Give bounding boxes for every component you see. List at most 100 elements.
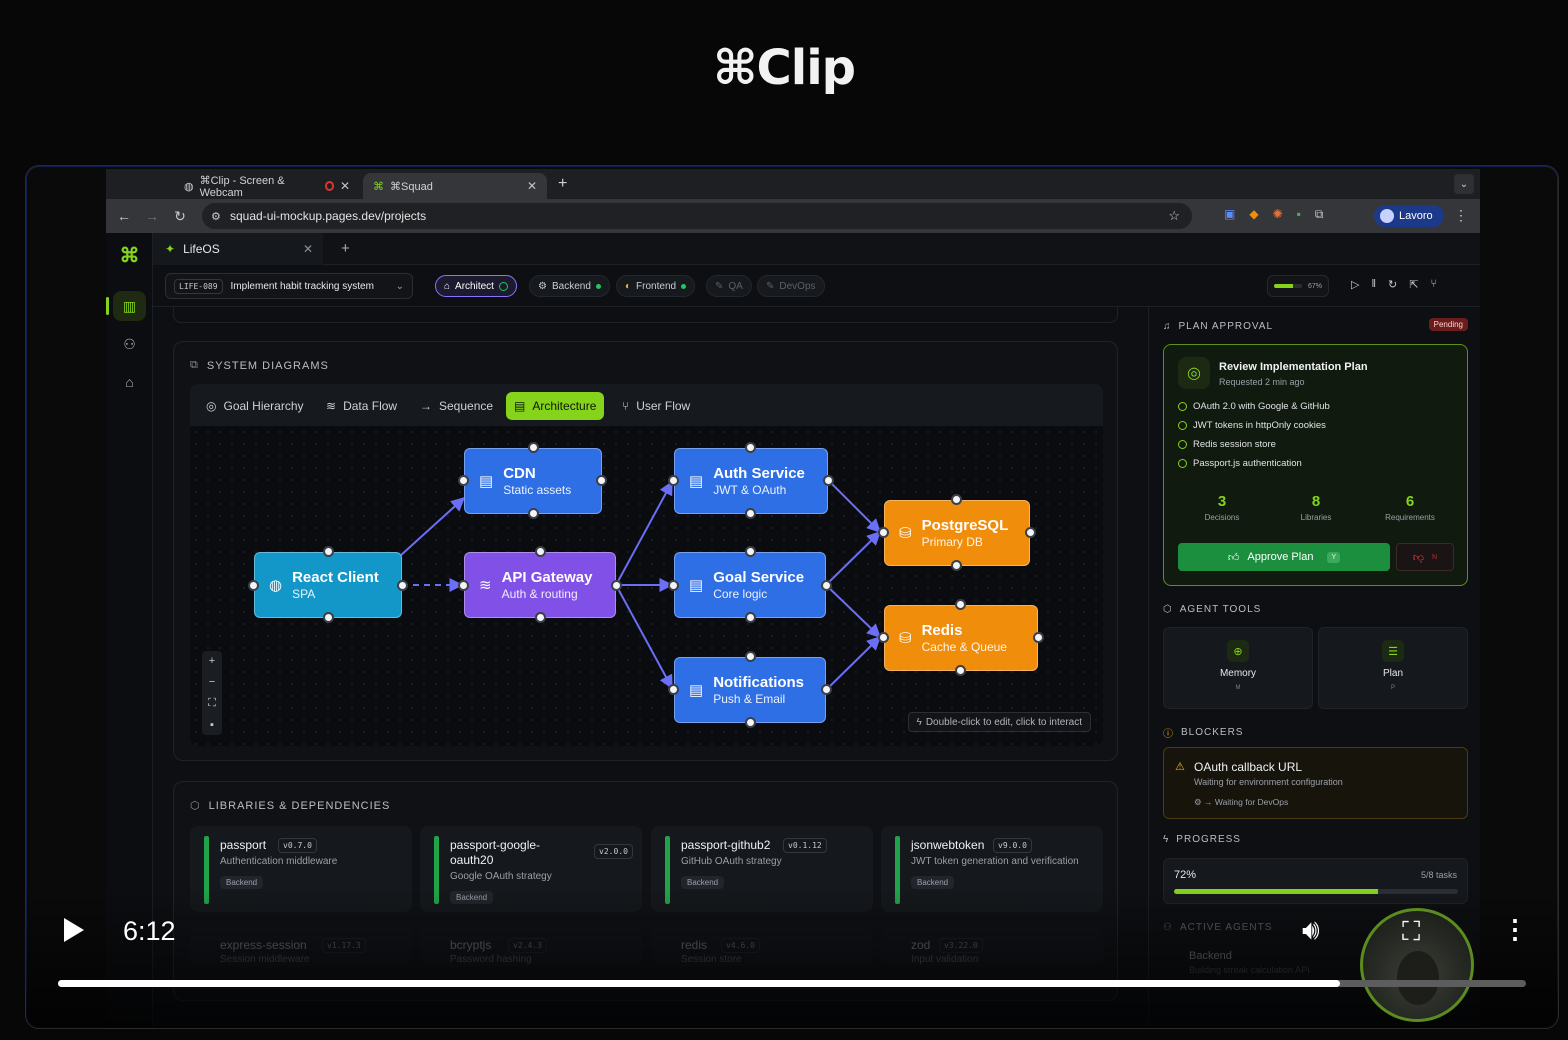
- node-postgresql[interactable]: ⛁ PostgreSQL Primary DB: [884, 500, 1030, 566]
- tab-architecture[interactable]: ▤ Architecture: [506, 392, 605, 420]
- branch-icon[interactable]: ⑂: [1430, 278, 1437, 291]
- site-info-icon[interactable]: ⚙: [211, 210, 221, 223]
- url-field[interactable]: ⚙ squad-ui-mockup.pages.dev/projects ☆: [202, 203, 1192, 229]
- node-handle[interactable]: [878, 632, 889, 643]
- browser-tab-squad[interactable]: ⌘ ⌘Squad ✕: [363, 173, 547, 199]
- node-react-client[interactable]: ◍ React Client SPA: [254, 552, 402, 618]
- agent-pill-backend[interactable]: ⚙ Backend: [529, 275, 610, 297]
- node-handle[interactable]: [458, 475, 469, 486]
- tool-plan[interactable]: ☰ Plan P: [1318, 627, 1468, 709]
- tab-data-flow[interactable]: ≋ Data Flow: [318, 392, 405, 420]
- video-player[interactable]: ◍ ⌘Clip - Screen & Webcam ✕ ⌘ ⌘Squad ✕ +…: [25, 165, 1559, 1029]
- profile-button[interactable]: Lavoro: [1374, 205, 1444, 227]
- store-nav-icon[interactable]: ⌂: [113, 367, 146, 397]
- add-project-tab-button[interactable]: +: [341, 240, 350, 257]
- node-handle[interactable]: [951, 560, 962, 571]
- agent-pill-qa[interactable]: ✎ QA: [706, 275, 752, 297]
- browser-tab-clip[interactable]: ◍ ⌘Clip - Screen & Webcam ✕: [174, 173, 360, 199]
- node-handle[interactable]: [745, 612, 756, 623]
- library-item[interactable]: passport-google-oauth20 v2.0.0 Google OA…: [420, 826, 642, 912]
- app-logo-icon[interactable]: ⌘: [106, 243, 153, 268]
- close-icon[interactable]: ✕: [340, 179, 350, 193]
- node-handle[interactable]: [323, 612, 334, 623]
- library-item[interactable]: express-session v1.17.3 Session middlewa…: [190, 926, 412, 966]
- zoom-out-icon[interactable]: −: [209, 676, 215, 688]
- node-handle[interactable]: [535, 546, 546, 557]
- extensions-puzzle-icon[interactable]: ⧉: [1315, 207, 1324, 222]
- approve-plan-button[interactable]: 👍︎ Approve Plan Y: [1178, 543, 1390, 571]
- pause-icon[interactable]: ‖: [1371, 278, 1376, 291]
- external-link-icon[interactable]: ⇱: [1409, 278, 1418, 291]
- node-handle[interactable]: [323, 546, 334, 557]
- agent-pill-frontend[interactable]: ◐ Frontend: [616, 275, 696, 297]
- node-handle[interactable]: [528, 442, 539, 453]
- library-item[interactable]: zod v3.22.0 Input validation: [881, 926, 1103, 966]
- node-handle[interactable]: [878, 527, 889, 538]
- lock-icon[interactable]: ▪: [210, 719, 214, 731]
- reload-icon[interactable]: ↻: [166, 208, 194, 225]
- projects-nav-icon[interactable]: ▥: [106, 291, 146, 321]
- issue-selector[interactable]: LIFE-089 Implement habit tracking system…: [165, 273, 413, 299]
- architecture-canvas[interactable]: ▤ CDN Static assets ◍ React Client SPA ≋ A…: [190, 426, 1103, 746]
- node-handle[interactable]: [823, 475, 834, 486]
- library-item[interactable]: jsonwebtoken v9.0.0 JWT token generation…: [881, 826, 1103, 912]
- tool-memory[interactable]: ⊕ Memory M: [1163, 627, 1313, 709]
- node-handle[interactable]: [458, 580, 469, 591]
- node-handle[interactable]: [528, 508, 539, 519]
- agent-pill-architect[interactable]: ⌂ Architect: [435, 275, 517, 297]
- node-handle[interactable]: [745, 651, 756, 662]
- library-item[interactable]: redis v4.6.0 Session store: [651, 926, 873, 966]
- node-goal-service[interactable]: ▤ Goal Service Core logic: [674, 552, 826, 618]
- fullscreen-icon[interactable]: ⛶: [1402, 916, 1420, 948]
- extension-green-icon[interactable]: ▪: [1297, 207, 1301, 222]
- tab-user-flow[interactable]: ⑂ User Flow: [614, 392, 698, 420]
- fit-view-icon[interactable]: ⛶: [208, 697, 216, 710]
- close-icon[interactable]: ✕: [303, 242, 313, 256]
- forward-icon[interactable]: →: [138, 208, 166, 224]
- play-icon[interactable]: [64, 918, 84, 942]
- node-handle[interactable]: [745, 442, 756, 453]
- node-handle[interactable]: [955, 599, 966, 610]
- tab-search-button[interactable]: ⌄: [1454, 174, 1474, 194]
- video-seek-bar[interactable]: [58, 980, 1526, 987]
- extension-fox-icon[interactable]: ◆: [1249, 207, 1258, 222]
- tab-sequence[interactable]: → Sequence: [412, 392, 501, 420]
- bookmark-star-icon[interactable]: ☆: [1168, 208, 1180, 224]
- node-notifications[interactable]: ▤ Notifications Push & Email: [674, 657, 826, 723]
- node-handle[interactable]: [745, 546, 756, 557]
- node-handle[interactable]: [1033, 632, 1044, 643]
- node-handle[interactable]: [668, 475, 679, 486]
- refresh-icon[interactable]: ↻: [1388, 278, 1397, 291]
- node-handle[interactable]: [668, 684, 679, 695]
- reject-plan-button[interactable]: 👎︎ N: [1396, 543, 1454, 571]
- play-icon[interactable]: ▷: [1351, 278, 1359, 291]
- node-handle[interactable]: [248, 580, 259, 591]
- node-handle[interactable]: [821, 684, 832, 695]
- node-handle[interactable]: [596, 475, 607, 486]
- node-auth-service[interactable]: ▤ Auth Service JWT & OAuth: [674, 448, 828, 514]
- node-api-gateway[interactable]: ≋ API Gateway Auth & routing: [464, 552, 616, 618]
- tab-goal-hierarchy[interactable]: ◎ Goal Hierarchy: [198, 392, 312, 420]
- node-handle[interactable]: [535, 612, 546, 623]
- node-handle[interactable]: [745, 717, 756, 728]
- library-item[interactable]: passport v0.7.0 Authentication middlewar…: [190, 826, 412, 912]
- volume-icon[interactable]: 🔊︎: [1302, 914, 1320, 947]
- node-cdn[interactable]: ▤ CDN Static assets: [464, 448, 602, 514]
- more-options-icon[interactable]: ⋮: [1502, 914, 1528, 945]
- extension-icon[interactable]: ▣: [1224, 207, 1235, 222]
- node-handle[interactable]: [955, 665, 966, 676]
- node-redis[interactable]: ⛁ Redis Cache & Queue: [884, 605, 1038, 671]
- app-tab-lifeos[interactable]: ✦ LifeOS ✕: [153, 233, 323, 265]
- node-handle[interactable]: [397, 580, 408, 591]
- extension-sun-icon[interactable]: ✺: [1273, 207, 1283, 222]
- agent-pill-devops[interactable]: ✎ DevOps: [757, 275, 825, 297]
- node-handle[interactable]: [1025, 527, 1036, 538]
- node-handle[interactable]: [668, 580, 679, 591]
- browser-menu-icon[interactable]: ⋮: [1454, 207, 1468, 224]
- node-handle[interactable]: [745, 508, 756, 519]
- library-item[interactable]: passport-github2 v0.1.12 GitHub OAuth st…: [651, 826, 873, 912]
- node-handle[interactable]: [951, 494, 962, 505]
- library-item[interactable]: bcryptjs v2.4.3 Password hashing: [420, 926, 642, 966]
- node-handle[interactable]: [821, 580, 832, 591]
- back-icon[interactable]: ←: [110, 208, 138, 224]
